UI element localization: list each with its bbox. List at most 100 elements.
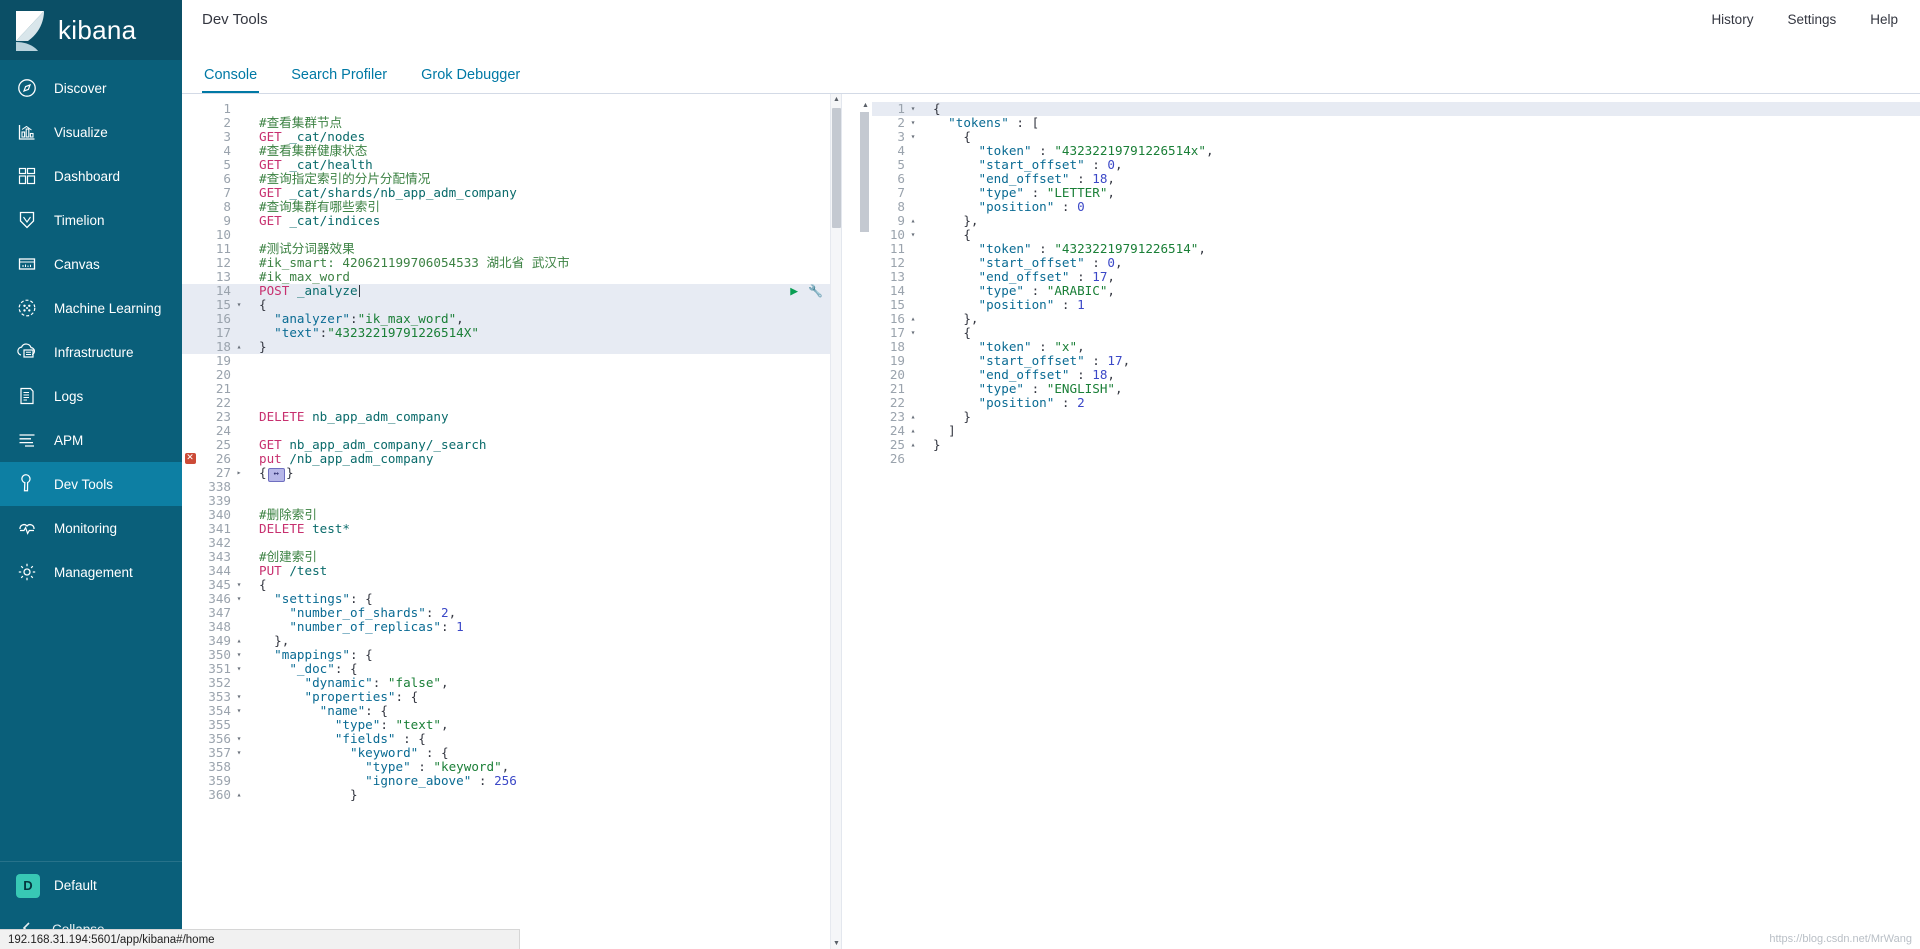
code-line[interactable]: 1 ▾ {	[872, 102, 1920, 116]
code-line[interactable]: 9 ▴ },	[872, 214, 1920, 228]
editor-scroll-thumb[interactable]	[832, 108, 841, 228]
code-line[interactable]: 4 "token" : "43232219791226514x",	[872, 144, 1920, 158]
fold-toggle-icon[interactable]: ▸	[234, 466, 244, 480]
code-line[interactable]: 1	[182, 102, 841, 116]
sidebar-item-machine-learning[interactable]: Machine Learning	[0, 286, 182, 330]
code-line[interactable]: 12 #ik_smart: 420621199706054533 湖北省 武汉市	[182, 256, 841, 270]
space-selector[interactable]: D Default	[0, 861, 182, 909]
code-line[interactable]: 355 "type": "text",	[182, 718, 841, 732]
history-link[interactable]: History	[1711, 12, 1753, 27]
code-line[interactable]: 24	[182, 424, 841, 438]
code-line[interactable]: 344 PUT /test	[182, 564, 841, 578]
code-line[interactable]: 25 ▴}	[872, 438, 1920, 452]
code-line[interactable]: 18 "token" : "x",	[872, 340, 1920, 354]
code-line[interactable]: 6 #查询指定索引的分片分配情况	[182, 172, 841, 186]
request-editor[interactable]: 1 2 #查看集群节点 3 GET _cat/nodes 4 #查看集群健康状态 5 GET _…	[182, 94, 841, 949]
code-line[interactable]: 23 ▴ }	[872, 410, 1920, 424]
code-line[interactable]: 6 "end_offset" : 18,	[872, 172, 1920, 186]
code-line[interactable]: 3 GET _cat/nodes	[182, 130, 841, 144]
code-line[interactable]: 13 "end_offset" : 17,	[872, 270, 1920, 284]
fold-toggle-icon[interactable]: ▴	[234, 634, 244, 648]
tab-console[interactable]: Console	[202, 60, 260, 93]
code-line[interactable]: 20	[182, 368, 841, 382]
code-line[interactable]: 21	[182, 382, 841, 396]
fold-toggle-icon[interactable]: ▾	[908, 130, 918, 144]
code-line[interactable]: 21 "type" : "ENGLISH",	[872, 382, 1920, 396]
fold-toggle-icon[interactable]: ▾	[234, 578, 244, 592]
code-line[interactable]: 342	[182, 536, 841, 550]
code-line[interactable]: 352 "dynamic": "false",	[182, 676, 841, 690]
fold-toggle-icon[interactable]: ▾	[234, 690, 244, 704]
code-line[interactable]: 24 ▴ ]	[872, 424, 1920, 438]
code-line[interactable]: 357 ▾ "keyword" : {	[182, 746, 841, 760]
code-line[interactable]: 19 "start_offset" : 17,	[872, 354, 1920, 368]
code-line[interactable]: 350 ▾ "mappings": {	[182, 648, 841, 662]
code-line[interactable]: 19	[182, 354, 841, 368]
fold-toggle-icon[interactable]: ▾	[234, 592, 244, 606]
code-line[interactable]: 3 ▾ {	[872, 130, 1920, 144]
code-line[interactable]: 17 "text":"43232219791226514X"	[182, 326, 841, 340]
scroll-down-icon[interactable]: ▼	[831, 938, 841, 949]
fold-toggle-icon[interactable]: ▾	[234, 746, 244, 760]
code-line[interactable]: 346 ▾ "settings": {	[182, 592, 841, 606]
code-line[interactable]: 8 #查询集群有哪些索引	[182, 200, 841, 214]
code-line[interactable]: 358 "type" : "keyword",	[182, 760, 841, 774]
code-line[interactable]: 351 ▾ "_doc": {	[182, 662, 841, 676]
sidebar-item-visualize[interactable]: Visualize	[0, 110, 182, 154]
error-marker-icon[interactable]: ✕	[182, 452, 198, 466]
editor-vertical-scrollbar[interactable]: ▲ ▼	[830, 94, 841, 949]
code-line[interactable]: 7 GET _cat/shards/nb_app_adm_company	[182, 186, 841, 200]
response-editor[interactable]: 1 ▾{2 ▾ "tokens" : [3 ▾ {4 "token" : "43232…	[842, 94, 1920, 949]
sidebar-item-dev-tools[interactable]: Dev Tools	[0, 462, 182, 506]
code-line[interactable]: 8 "position" : 0	[872, 200, 1920, 214]
fold-toggle-icon[interactable]: ▾	[234, 704, 244, 718]
fold-toggle-icon[interactable]: ▴	[908, 424, 918, 438]
code-line[interactable]: 340 #删除索引	[182, 508, 841, 522]
fold-toggle-icon[interactable]: ▾	[234, 648, 244, 662]
fold-toggle-icon[interactable]: ▴	[908, 410, 918, 424]
fold-toggle-icon[interactable]: ▾	[908, 228, 918, 242]
sidebar-item-monitoring[interactable]: Monitoring	[0, 506, 182, 550]
sidebar-item-infrastructure[interactable]: Infrastructure	[0, 330, 182, 374]
code-line[interactable]: 14 "type" : "ARABIC",	[872, 284, 1920, 298]
request-editor-pane[interactable]: 1 2 #查看集群节点 3 GET _cat/nodes 4 #查看集群健康状态 5 GET _…	[182, 94, 842, 949]
code-line[interactable]: 16 "analyzer":"ik_max_word",	[182, 312, 841, 326]
code-line[interactable]: 14 POST _analyze ▶ 🔧	[182, 284, 841, 298]
code-line[interactable]: 360 ▴ }	[182, 788, 841, 802]
fold-toggle-icon[interactable]: ▾	[234, 662, 244, 676]
code-line[interactable]: 15 ▾ {	[182, 298, 841, 312]
code-line[interactable]: 25 GET nb_app_adm_company/_search	[182, 438, 841, 452]
code-line[interactable]: 22 "position" : 2	[872, 396, 1920, 410]
fold-toggle-icon[interactable]: ▴	[908, 214, 918, 228]
sidebar-item-discover[interactable]: Discover	[0, 66, 182, 110]
code-fold-widget[interactable]: ↔	[267, 468, 286, 482]
fold-toggle-icon[interactable]: ▾	[908, 116, 918, 130]
code-line[interactable]: 11 "token" : "43232219791226514",	[872, 242, 1920, 256]
fold-toggle-icon[interactable]: ▾	[908, 102, 918, 116]
code-line[interactable]: 349 ▴ },	[182, 634, 841, 648]
code-line[interactable]: 338	[182, 480, 841, 494]
code-line[interactable]: 359 "ignore_above" : 256	[182, 774, 841, 788]
code-line[interactable]: 13 #ik_max_word	[182, 270, 841, 284]
sidebar-item-canvas[interactable]: Canvas	[0, 242, 182, 286]
code-line[interactable]: 348 "number_of_replicas": 1	[182, 620, 841, 634]
fold-toggle-icon[interactable]: ▾	[234, 732, 244, 746]
code-line[interactable]: 347 "number_of_shards": 2,	[182, 606, 841, 620]
code-line[interactable]: 5 "start_offset" : 0,	[872, 158, 1920, 172]
code-line[interactable]: ✕ 26 put /nb_app_adm_company	[182, 452, 841, 466]
settings-link[interactable]: Settings	[1787, 12, 1836, 27]
fold-toggle-icon[interactable]: ▾	[234, 298, 244, 312]
tab-grok-debugger[interactable]: Grok Debugger	[419, 60, 522, 93]
fold-toggle-icon[interactable]: ▴	[908, 312, 918, 326]
code-line[interactable]: 354 ▾ "name": {	[182, 704, 841, 718]
code-line[interactable]: 16 ▴ },	[872, 312, 1920, 326]
code-line[interactable]: 4 #查看集群健康状态	[182, 144, 841, 158]
code-line[interactable]: 17 ▾ {	[872, 326, 1920, 340]
code-line[interactable]: 12 "start_offset" : 0,	[872, 256, 1920, 270]
sidebar-item-timelion[interactable]: Timelion	[0, 198, 182, 242]
wrench-icon[interactable]: 🔧	[808, 284, 823, 298]
sidebar-item-dashboard[interactable]: Dashboard	[0, 154, 182, 198]
response-pane[interactable]: ▲ 1 ▾{2 ▾ "tokens" : [3 ▾ {4 "token" : "432…	[842, 94, 1920, 949]
code-line[interactable]: 23 DELETE nb_app_adm_company	[182, 410, 841, 424]
code-line[interactable]: 9 GET _cat/indices	[182, 214, 841, 228]
